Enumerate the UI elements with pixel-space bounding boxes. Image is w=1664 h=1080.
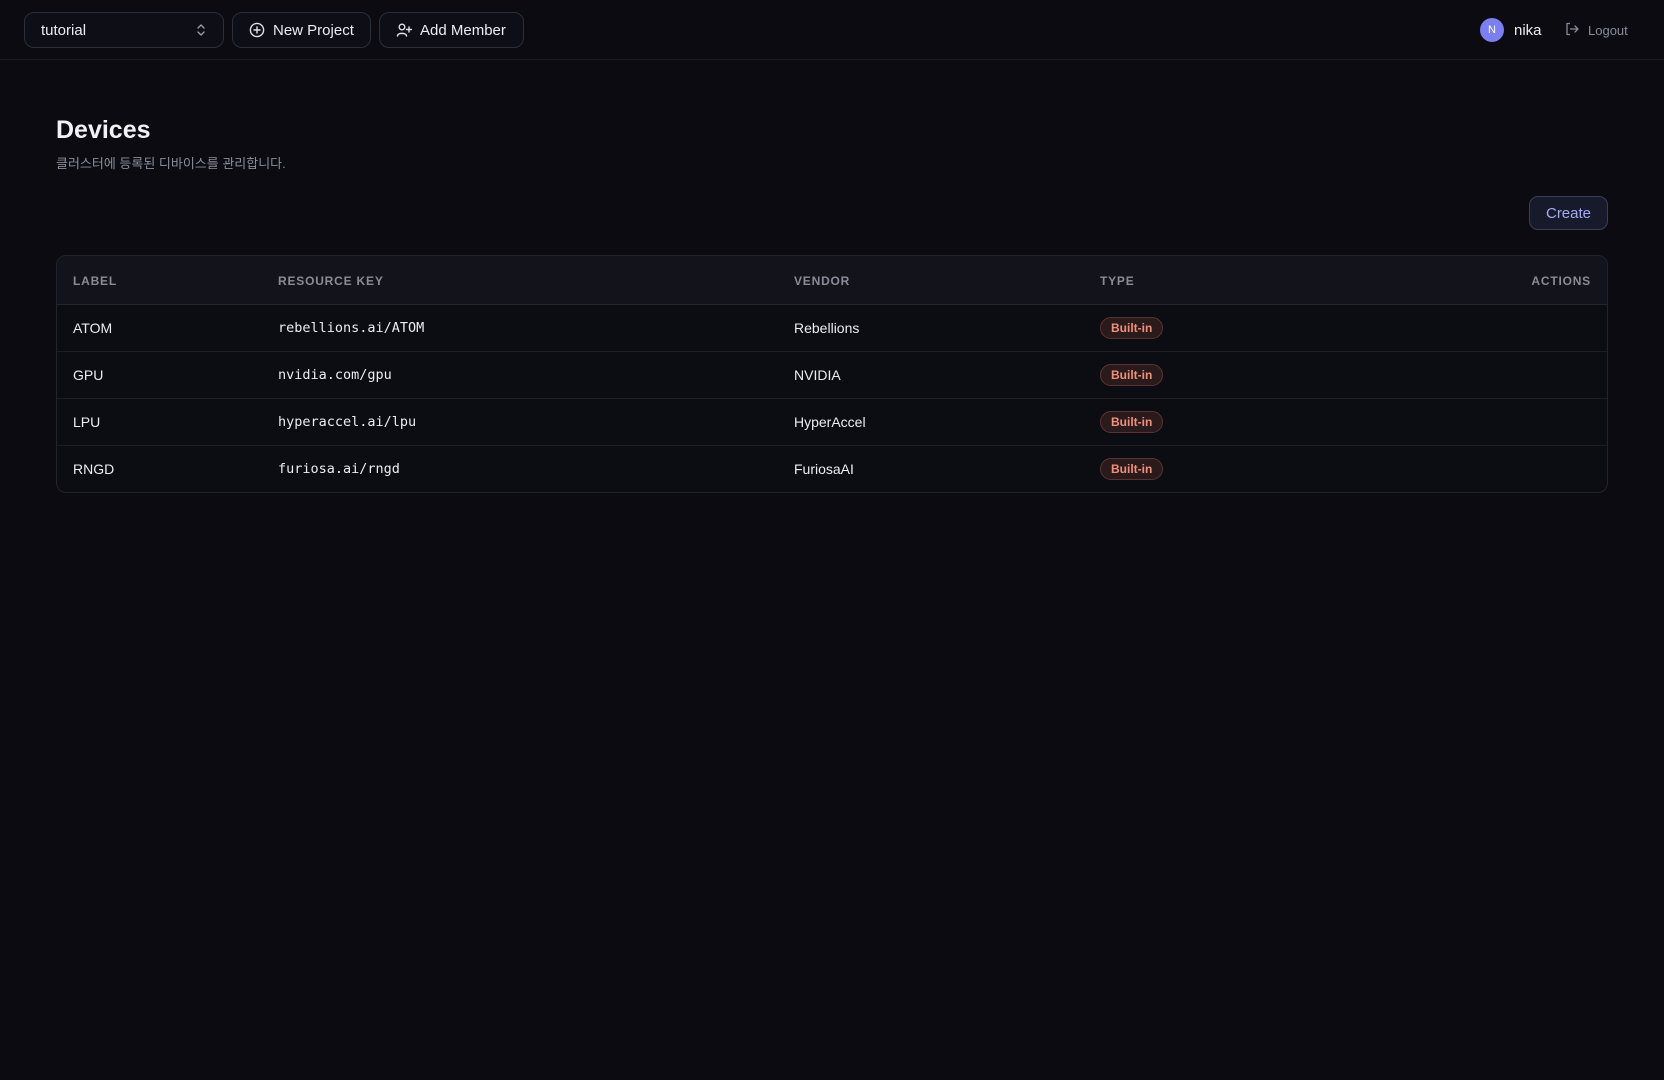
device-label: ATOM [73, 320, 113, 336]
device-vendor: HyperAccel [794, 414, 866, 430]
table-row[interactable]: RNGD furiosa.ai/rngd FuriosaAI Built-in [57, 446, 1607, 492]
table-row[interactable]: LPU hyperaccel.ai/lpu HyperAccel Built-i… [57, 399, 1607, 446]
type-badge: Built-in [1100, 411, 1164, 433]
device-vendor: Rebellions [794, 320, 860, 336]
page-subtitle: 클러스터에 등록된 디바이스를 관리합니다. [56, 156, 286, 171]
user-menu[interactable]: N nika [1480, 18, 1542, 42]
device-vendor: NVIDIA [794, 367, 841, 383]
table-row[interactable]: ATOM rebellions.ai/ATOM Rebellions Built… [57, 305, 1607, 352]
type-badge: Built-in [1100, 317, 1164, 339]
device-resource-key: nvidia.com/gpu [278, 367, 392, 383]
avatar: N [1480, 18, 1504, 42]
project-select[interactable]: tutorial [24, 12, 224, 48]
type-badge: Built-in [1100, 364, 1164, 386]
table-row[interactable]: GPU nvidia.com/gpu NVIDIA Built-in [57, 352, 1607, 399]
add-member-label: Add Member [420, 21, 506, 39]
device-label: GPU [73, 367, 104, 383]
project-select-value: tutorial [41, 21, 87, 39]
new-project-label: New Project [273, 21, 354, 39]
column-header-label: LABEL [73, 274, 117, 288]
devices-table: LABEL RESOURCE KEY VENDOR TYPE ACTIONS A… [56, 255, 1608, 493]
add-member-button[interactable]: Add Member [379, 12, 524, 48]
logout-icon [1564, 21, 1580, 40]
column-header-resource-key: RESOURCE KEY [278, 274, 384, 288]
device-label: LPU [73, 414, 101, 430]
device-vendor: FuriosaAI [794, 461, 854, 477]
top-bar: tutorial New Project Add Member N nika L… [0, 0, 1664, 60]
logout-button[interactable]: Logout [1564, 18, 1628, 42]
device-label: RNGD [73, 461, 115, 477]
logout-label: Logout [1588, 22, 1628, 38]
type-badge: Built-in [1100, 458, 1164, 480]
column-header-actions: ACTIONS [1531, 274, 1591, 288]
chevron-up-down-icon [195, 23, 207, 37]
user-name: nika [1514, 21, 1542, 39]
create-button[interactable]: Create [1529, 196, 1608, 230]
column-header-type: TYPE [1100, 274, 1135, 288]
table-header: LABEL RESOURCE KEY VENDOR TYPE ACTIONS [57, 256, 1607, 305]
device-resource-key: rebellions.ai/ATOM [278, 320, 425, 336]
device-resource-key: furiosa.ai/rngd [278, 461, 400, 477]
user-plus-icon [396, 22, 412, 38]
column-header-vendor: VENDOR [794, 274, 851, 288]
device-resource-key: hyperaccel.ai/lpu [278, 414, 417, 430]
plus-circle-icon [249, 22, 265, 38]
new-project-button[interactable]: New Project [232, 12, 371, 48]
page-title: Devices [56, 116, 151, 144]
